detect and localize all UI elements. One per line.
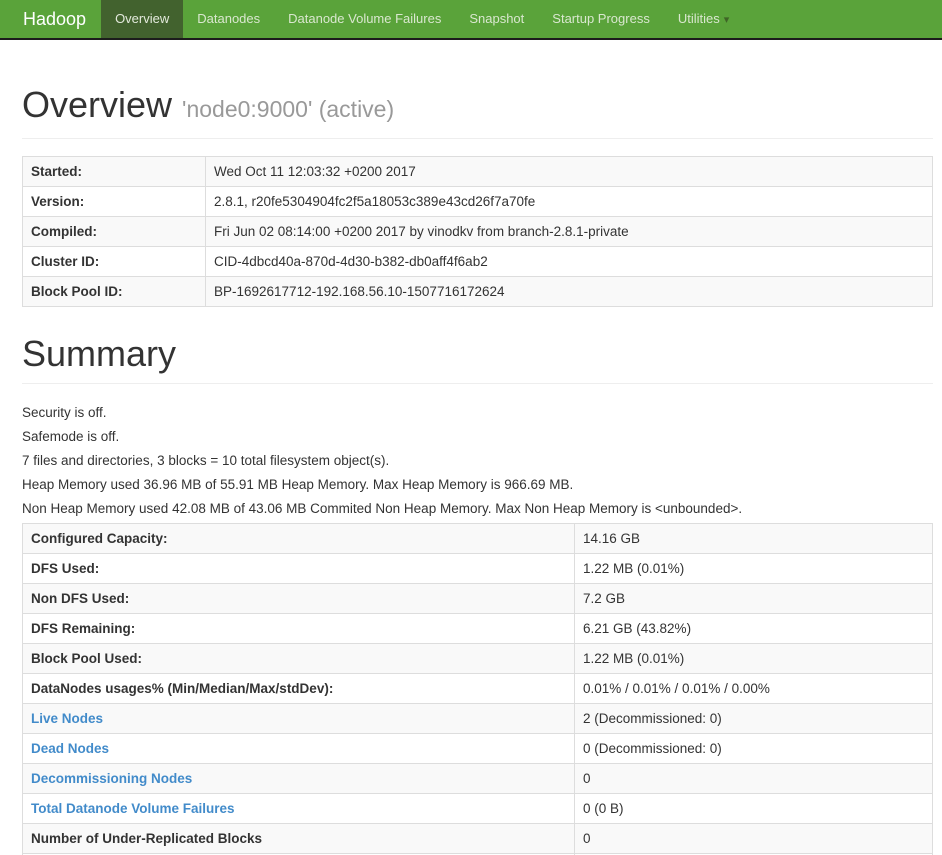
table-row-block-pool-id: Block Pool ID: BP-1692617712-192.168.56.1…	[22, 276, 933, 307]
table-row-dfs-remaining: DFS Remaining: 6.21 GB (43.82%)	[22, 613, 933, 644]
page-title-text: Overview	[22, 84, 173, 125]
table-row-compiled: Compiled: Fri Jun 02 08:14:00 +0200 2017 …	[22, 216, 933, 247]
nav-item-datanode-volume-failures[interactable]: Datanode Volume Failures	[274, 0, 455, 38]
nav-item-snapshot[interactable]: Snapshot	[455, 0, 538, 38]
row-label: Cluster ID:	[22, 246, 206, 277]
table-row-version: Version: 2.8.1, r20fe5304904fc2f5a18053c3…	[22, 186, 933, 217]
link-dead-nodes[interactable]: Dead Nodes	[31, 741, 109, 756]
row-label: Decommissioning Nodes	[22, 763, 575, 794]
table-row-started: Started: Wed Oct 11 12:03:32 +0200 2017	[22, 156, 933, 187]
namenode-address-label: 'node0:9000' (active)	[182, 96, 395, 122]
row-value: 14.16 GB	[574, 523, 933, 554]
row-label: Live Nodes	[22, 703, 575, 734]
table-row-dfs-used: DFS Used: 1.22 MB (0.01%)	[22, 553, 933, 584]
row-value: 0	[574, 823, 933, 854]
row-value: BP-1692617712-192.168.56.10-150771617262…	[205, 276, 933, 307]
row-value: Wed Oct 11 12:03:32 +0200 2017	[205, 156, 933, 187]
row-value: 0	[574, 763, 933, 794]
table-row-configured-capacity: Configured Capacity: 14.16 GB	[22, 523, 933, 554]
row-label: Block Pool Used:	[22, 643, 575, 674]
row-value: CID-4dbcd40a-870d-4d30-b382-db0aff4f6ab2	[205, 246, 933, 277]
table-row-decommissioning-nodes: Decommissioning Nodes 0	[22, 763, 933, 794]
summary-paragraph: Security is off.	[22, 405, 107, 420]
table-row-datanodes-usages-min-median-max-stddev: DataNodes usages% (Min/Median/Max/stdDev…	[22, 673, 933, 704]
page-title: Overview 'node0:9000' (active)	[22, 86, 933, 128]
summary-paragraph: 7 files and directories, 3 blocks = 10 t…	[22, 453, 390, 468]
summary-table: Configured Capacity: 14.16 GB DFS Used: 1.2…	[22, 523, 933, 855]
row-label: Dead Nodes	[22, 733, 575, 764]
row-label: DataNodes usages% (Min/Median/Max/stdDev…	[22, 673, 575, 704]
nav-item-datanodes[interactable]: Datanodes	[183, 0, 274, 38]
summary-paragraph: Non Heap Memory used 42.08 MB of 43.06 M…	[22, 501, 743, 516]
brand-hadoop[interactable]: Hadoop	[8, 0, 101, 38]
row-label: Number of Under-Replicated Blocks	[22, 823, 575, 854]
row-value: 1.22 MB (0.01%)	[574, 553, 933, 584]
row-label: Configured Capacity:	[22, 523, 575, 554]
nav-item-overview[interactable]: Overview	[101, 0, 184, 38]
row-value: 2.8.1, r20fe5304904fc2f5a18053c389e43cd2…	[205, 186, 933, 217]
summary-title: Summary	[22, 333, 177, 374]
link-decommissioning-nodes[interactable]: Decommissioning Nodes	[31, 771, 192, 786]
row-value: 0.01% / 0.01% / 0.01% / 0.00%	[574, 673, 933, 704]
row-value: 1.22 MB (0.01%)	[574, 643, 933, 674]
table-row-cluster-id: Cluster ID: CID-4dbcd40a-870d-4d30-b382-d…	[22, 246, 933, 277]
row-value: 2 (Decommissioned: 0)	[574, 703, 933, 734]
row-value: 7.2 GB	[574, 583, 933, 614]
summary-paragraphs: Security is off. Safemode is off. 7 files …	[22, 403, 933, 519]
row-value: 0 (Decommissioned: 0)	[574, 733, 933, 764]
nav-item-startup-progress[interactable]: Startup Progress	[538, 0, 664, 38]
link-live-nodes[interactable]: Live Nodes	[31, 711, 103, 726]
table-row-total-datanode-volume-failures: Total Datanode Volume Failures 0 (0 B)	[22, 793, 933, 824]
page-content: Overview 'node0:9000' (active) Started: W…	[0, 86, 942, 855]
summary-paragraph: Safemode is off.	[22, 429, 120, 444]
row-label: Non DFS Used:	[22, 583, 575, 614]
table-row-non-dfs-used: Non DFS Used: 7.2 GB	[22, 583, 933, 614]
table-row-dead-nodes: Dead Nodes 0 (Decommissioned: 0)	[22, 733, 933, 764]
row-label: Compiled:	[22, 216, 206, 247]
namenode-info-table: Started: Wed Oct 11 12:03:32 +0200 2017 Ve…	[22, 156, 933, 307]
summary-paragraph: Heap Memory used 36.96 MB of 55.91 MB He…	[22, 477, 574, 492]
divider	[22, 138, 933, 139]
row-value: 0 (0 B)	[574, 793, 933, 824]
row-value: 6.21 GB (43.82%)	[574, 613, 933, 644]
table-row-number-of-under-replicated-blocks: Number of Under-Replicated Blocks 0	[22, 823, 933, 854]
table-row-live-nodes: Live Nodes 2 (Decommissioned: 0)	[22, 703, 933, 734]
link-total-datanode-volume-failures[interactable]: Total Datanode Volume Failures	[31, 801, 235, 816]
row-label: Total Datanode Volume Failures	[22, 793, 575, 824]
row-label: Block Pool ID:	[22, 276, 206, 307]
row-label: Started:	[22, 156, 206, 187]
row-label: Version:	[22, 186, 206, 217]
row-value: Fri Jun 02 08:14:00 +0200 2017 by vinodk…	[205, 216, 933, 247]
divider	[22, 383, 933, 384]
top-navbar: Hadoop Overview Datanodes Datanode Volume …	[0, 0, 942, 40]
row-label: DFS Remaining:	[22, 613, 575, 644]
nav-items: Overview Datanodes Datanode Volume Failure…	[101, 0, 743, 38]
nav-item-utilities[interactable]: Utilities ▾	[664, 0, 743, 38]
table-row-block-pool-used: Block Pool Used: 1.22 MB (0.01%)	[22, 643, 933, 674]
caret-down-icon: ▾	[723, 14, 730, 26]
row-label: DFS Used:	[22, 553, 575, 584]
